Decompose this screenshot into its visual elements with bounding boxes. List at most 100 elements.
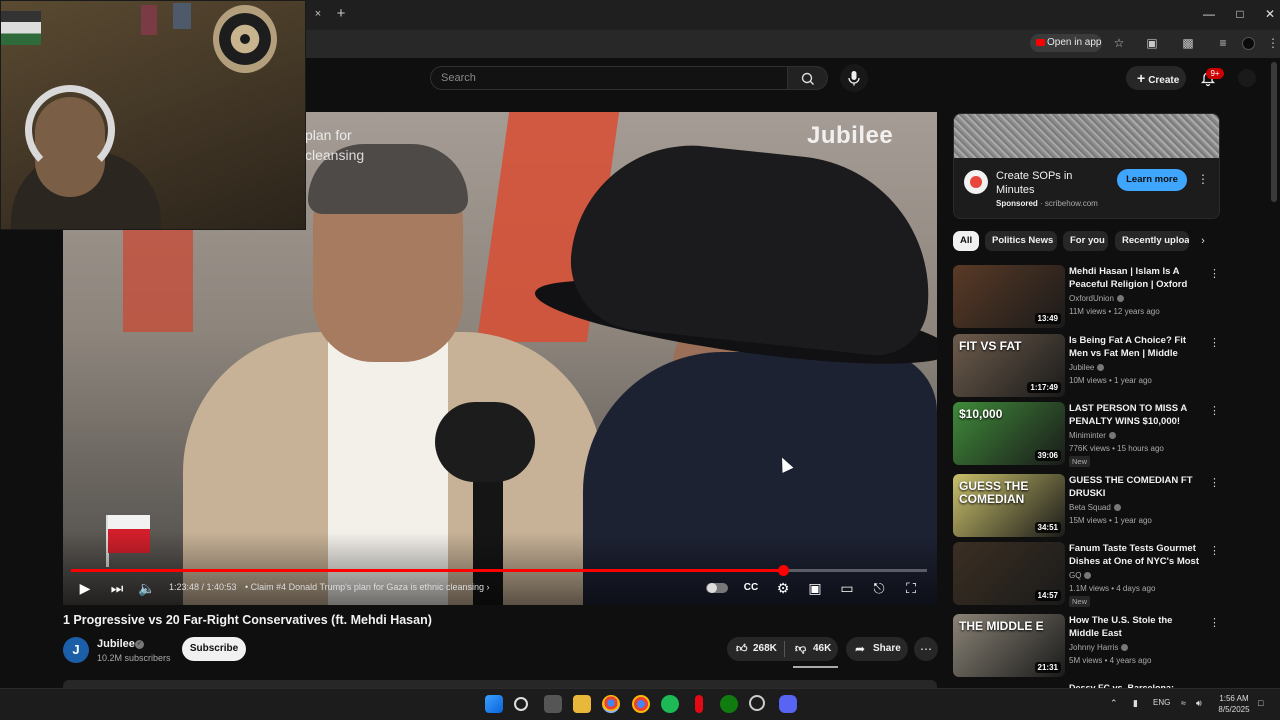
maximize-icon[interactable]: □ <box>1232 6 1248 22</box>
recommendation-menu-icon[interactable]: ⋮ <box>1209 616 1220 629</box>
progress-bar[interactable] <box>71 565 927 576</box>
open-in-app-button[interactable]: Open in app <box>1030 34 1102 52</box>
recommendation-item[interactable]: $10,000 39:06 LAST PERSON TO MISS A PENALT… <box>953 402 1223 467</box>
recommendation-channel[interactable]: Beta Squad <box>1069 503 1121 512</box>
chip-recently-uploaded[interactable]: Recently uploaded <box>1115 231 1189 251</box>
xbox-icon[interactable] <box>720 695 738 713</box>
video-title: 1 Progressive vs 20 Far-Right Conservati… <box>63 613 432 627</box>
headset-icon <box>25 85 115 175</box>
tray-overflow-icon[interactable]: ⌃ <box>1110 698 1118 709</box>
recommendation-item[interactable]: 13:49 Mehdi Hasan | Islam Is A Peaceful R… <box>953 265 1223 329</box>
recommendation-item[interactable]: THE MIDDLE E 21:31 How The U.S. Stole the … <box>953 614 1223 678</box>
settings-gear-icon[interactable]: ⚙ <box>773 578 793 598</box>
sponsored-ad-card[interactable]: Create SOPs in Minutes Sponsored · scrib… <box>953 113 1220 219</box>
spotify-icon[interactable] <box>661 695 679 713</box>
volume-icon[interactable]: 🔈 <box>137 578 157 598</box>
recommendation-channel[interactable]: OxfordUnion <box>1069 294 1124 303</box>
recommendation-channel[interactable]: Miniminter <box>1069 431 1116 440</box>
recommendation-item[interactable]: 14:57 Fanum Taste Tests Gourmet Dishes at… <box>953 542 1223 607</box>
recommendation-thumbnail[interactable]: GUESS THE COMEDIAN 34:51 <box>953 474 1065 537</box>
recommendation-channel[interactable]: Johnny Harris <box>1069 643 1129 652</box>
chevron-right-icon[interactable]: › <box>1195 233 1211 249</box>
autoplay-toggle[interactable] <box>706 583 728 593</box>
ad-banner-image[interactable] <box>954 114 1219 158</box>
file-explorer-icon[interactable] <box>573 695 591 713</box>
search-input[interactable]: Search <box>430 66 788 90</box>
netflix-icon[interactable] <box>695 695 703 713</box>
learn-more-button[interactable]: Learn more <box>1117 169 1187 191</box>
recommendation-title[interactable]: Is Being Fat A Choice? Fit Men vs Fat Me… <box>1069 334 1204 360</box>
ad-title[interactable]: Create SOPs in Minutes <box>996 169 1106 197</box>
voice-search-button[interactable] <box>840 64 868 92</box>
recommendation-item[interactable]: FIT VS FAT 1:17:49 Is Being Fat A Choice? … <box>953 334 1223 398</box>
chrome-icon[interactable] <box>602 695 620 713</box>
recommendation-channel[interactable]: GQ <box>1069 571 1092 580</box>
dislike-button[interactable]: 👎︎ 46K <box>786 637 838 661</box>
browser-profile-avatar[interactable] <box>1242 37 1255 50</box>
like-button[interactable]: 👍︎ 268K <box>727 637 784 661</box>
discord-icon[interactable] <box>779 695 797 713</box>
recommendation-thumbnail[interactable]: $10,000 39:06 <box>953 402 1065 465</box>
channel-name[interactable]: Jubilee <box>97 638 135 650</box>
new-tab-icon[interactable]: + <box>334 6 348 22</box>
tab-close-icon[interactable]: × <box>311 7 325 21</box>
recommendation-menu-icon[interactable]: ⋮ <box>1209 544 1220 557</box>
recommendation-thumbnail[interactable]: FIT VS FAT 1:17:49 <box>953 334 1065 397</box>
account-avatar[interactable] <box>1238 69 1256 87</box>
miniplayer-icon[interactable]: ▣ <box>805 578 825 598</box>
recommendation-menu-icon[interactable]: ⋮ <box>1209 267 1220 280</box>
ad-menu-icon[interactable]: ⋮ <box>1197 172 1209 188</box>
minimize-icon[interactable]: — <box>1201 6 1217 22</box>
recommendation-menu-icon[interactable]: ⋮ <box>1209 476 1220 489</box>
captions-icon[interactable]: CC <box>741 578 761 598</box>
split-view-icon[interactable]: ▩ <box>1181 36 1195 50</box>
theater-mode-icon[interactable]: ▭ <box>837 578 857 598</box>
browser-menu-icon[interactable]: ⋮ <box>1266 36 1280 50</box>
recommendation-menu-icon[interactable]: ⋮ <box>1209 404 1220 417</box>
close-window-icon[interactable]: ✕ <box>1262 6 1278 22</box>
chapter-title[interactable]: • Claim #4 Donald Trump's plan for Gaza … <box>245 582 489 592</box>
tray-app-icon[interactable]: ▮ <box>1133 698 1138 709</box>
cast-icon[interactable]: ⎋ <box>869 578 889 598</box>
chrome-profile-icon[interactable] <box>632 695 650 713</box>
more-actions-icon[interactable]: ⋯ <box>914 637 938 661</box>
recommendation-thumbnail[interactable]: 13:49 <box>953 265 1065 328</box>
notification-center-icon[interactable]: □ <box>1258 698 1263 708</box>
next-video-icon[interactable]: ⏭ <box>107 578 127 598</box>
windows-start-icon[interactable] <box>485 695 503 713</box>
language-indicator[interactable]: ENG <box>1153 698 1170 707</box>
recommendation-item[interactable]: GUESS THE COMEDIAN 34:51 GUESS THE COMEDIA… <box>953 474 1223 538</box>
recommendation-thumbnail[interactable]: THE MIDDLE E 21:31 <box>953 614 1065 677</box>
recommendation-channel[interactable]: Jubilee <box>1069 363 1105 372</box>
wifi-icon[interactable]: ≈ <box>1181 698 1186 708</box>
chip-all[interactable]: All <box>953 231 979 251</box>
clock[interactable]: 1:56 AM 8/5/2025 <box>1216 693 1252 715</box>
bookmark-star-icon[interactable]: ☆ <box>1112 36 1126 50</box>
recommendation-menu-icon[interactable]: ⋮ <box>1209 336 1220 349</box>
search-taskbar-icon[interactable] <box>514 697 528 711</box>
chip-for-you[interactable]: For you <box>1063 231 1108 251</box>
recommendation-title[interactable]: How The U.S. Stole the Middle East <box>1069 614 1204 640</box>
description-box[interactable] <box>63 680 937 688</box>
chip-politics-news[interactable]: Politics News <box>985 231 1057 251</box>
search-button[interactable] <box>788 66 828 90</box>
page-scrollbar[interactable] <box>1271 62 1277 202</box>
create-button[interactable]: + Create <box>1126 66 1186 90</box>
speaker-icon[interactable]: 🔊︎ <box>1196 698 1202 709</box>
task-view-icon[interactable] <box>544 695 562 713</box>
recommendation-title[interactable]: Fanum Taste Tests Gourmet Dishes at One … <box>1069 542 1204 568</box>
extensions-icon[interactable]: ▣ <box>1145 36 1159 50</box>
channel-avatar[interactable]: J <box>63 637 89 663</box>
thumbs-up-icon: 👍︎ <box>736 643 748 655</box>
recommendation-title[interactable]: Mehdi Hasan | Islam Is A Peaceful Religi… <box>1069 265 1204 291</box>
play-icon[interactable]: ▶ <box>75 578 95 598</box>
subscribe-button[interactable]: Subscribe <box>182 637 246 661</box>
share-button[interactable]: ➦ Share <box>846 637 908 661</box>
recommendation-title[interactable]: GUESS THE COMEDIAN FT DRUSKI <box>1069 474 1204 500</box>
media-control-icon[interactable]: ≡ <box>1216 36 1230 50</box>
fullscreen-icon[interactable]: ⛶ <box>901 578 921 598</box>
steam-icon[interactable] <box>749 695 765 711</box>
studio-microphone <box>435 402 535 482</box>
recommendation-title[interactable]: LAST PERSON TO MISS A PENALTY WINS $10,0… <box>1069 402 1204 428</box>
recommendation-thumbnail[interactable]: 14:57 <box>953 542 1065 605</box>
